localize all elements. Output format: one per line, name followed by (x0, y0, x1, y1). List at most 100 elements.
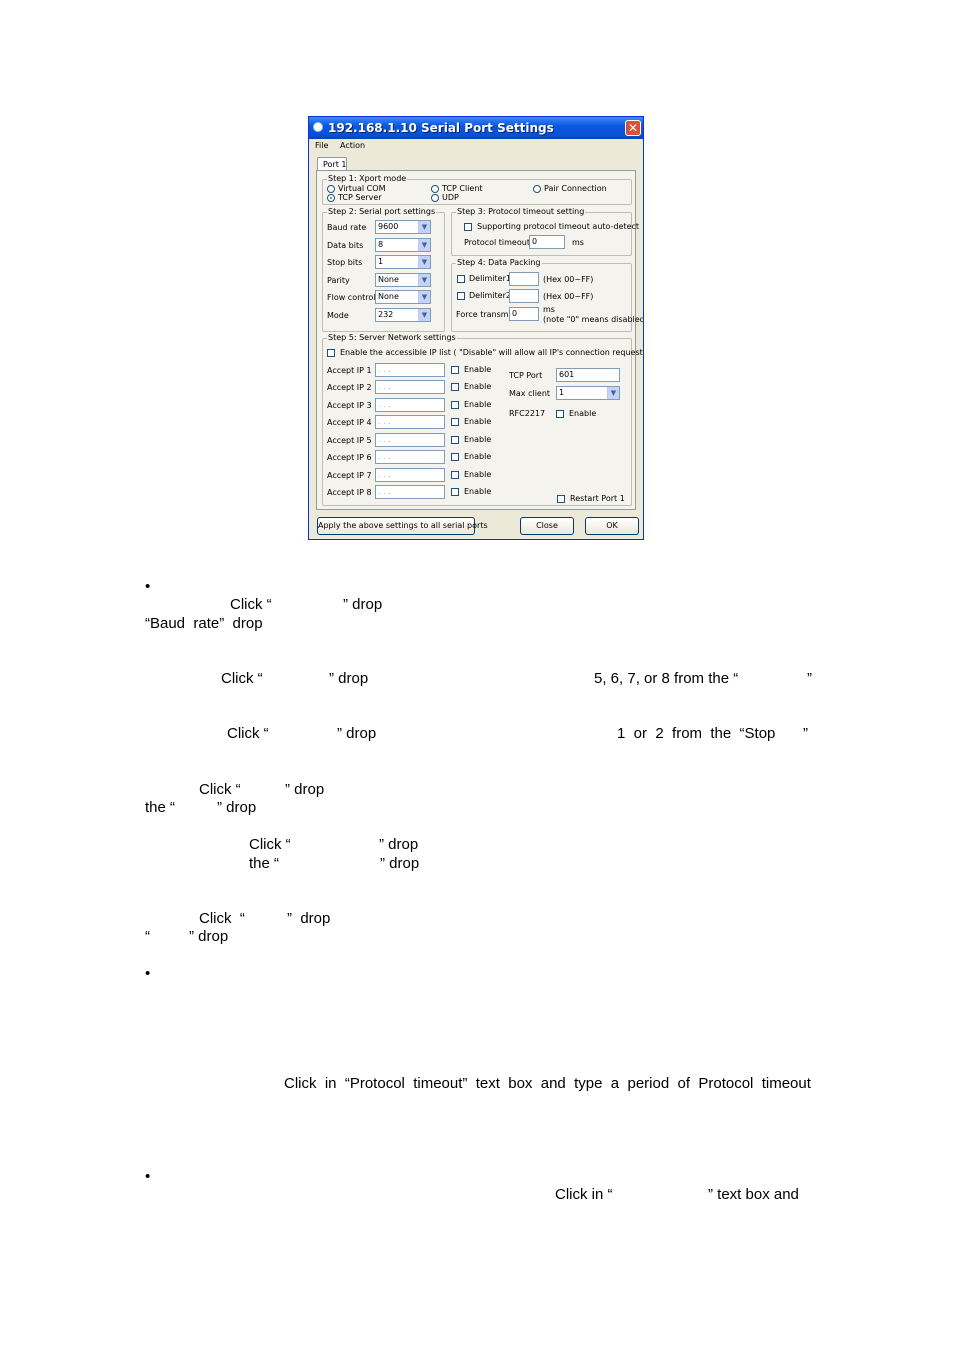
title-bar[interactable]: 192.168.1.10 Serial Port Settings ✕ (309, 117, 643, 139)
chevron-down-icon: ▼ (418, 309, 430, 321)
bullet-2: • (145, 965, 151, 982)
max-client-value: 1 (559, 388, 565, 397)
restart-port-checkbox[interactable] (557, 495, 565, 503)
accept-ip-8-enable-checkbox[interactable] (451, 488, 459, 496)
port-panel: Step 1: Xport mode Virtual COM TCP Serve… (316, 170, 643, 510)
tcp-port-input[interactable]: 601 (556, 368, 620, 382)
doc-text-5: ” drop (329, 670, 369, 687)
udp-label: UDP (442, 193, 459, 202)
delimiter1-input[interactable] (509, 272, 539, 286)
tab-port-1-label: Port 1 (323, 160, 347, 169)
doc-text-20: Click “ (199, 910, 245, 927)
chevron-down-icon: ▼ (418, 256, 430, 268)
accept-ip-1-enable-checkbox[interactable] (451, 366, 459, 374)
accept-ip-6-label: Accept IP 6 (327, 453, 372, 462)
delimiter1-label: Delimiter1 (469, 274, 511, 283)
parity-value: None (378, 275, 399, 284)
force-transmit-input[interactable]: 0 (509, 307, 539, 321)
doc-text-23: ” drop (189, 928, 229, 945)
apply-all-ports-button[interactable]: Apply the above settings to all serial p… (317, 517, 488, 535)
accept-ip-1-input[interactable]: . . . (375, 363, 445, 377)
accept-ip-6-input[interactable]: . . . (375, 450, 445, 464)
rfc2217-enable-label: Enable (569, 409, 597, 418)
baud-rate-select[interactable]: 9600 ▼ (375, 220, 431, 234)
mode-select[interactable]: 232 ▼ (375, 308, 431, 322)
auto-detect-checkbox[interactable] (464, 223, 472, 231)
delimiter2-checkbox[interactable] (457, 292, 465, 300)
baud-rate-value: 9600 (378, 222, 399, 231)
ip-list-checkbox[interactable] (327, 349, 335, 357)
chevron-down-icon: ▼ (418, 291, 430, 303)
chevron-down-icon: ▼ (607, 387, 619, 399)
data-bits-select[interactable]: 8 ▼ (375, 238, 431, 252)
accept-ip-7-enable-checkbox[interactable] (451, 471, 459, 479)
accept-ip-7-enable-label: Enable (464, 470, 492, 479)
menu-file[interactable]: File (315, 141, 328, 150)
close-button[interactable]: Close (520, 517, 574, 535)
radio-virtual-com[interactable] (327, 185, 335, 193)
flow-control-label: Flow control (327, 293, 376, 302)
flow-control-select[interactable]: None ▼ (375, 290, 431, 304)
rfc2217-enable-checkbox[interactable] (556, 410, 564, 418)
force-transmit-unit: ms (543, 305, 555, 314)
accept-ip-2-input[interactable]: . . . (375, 380, 445, 394)
delimiter1-hex-hint: (Hex 00~FF) (543, 275, 594, 284)
accept-ip-5-label: Accept IP 5 (327, 436, 372, 445)
stop-bits-select[interactable]: 1 ▼ (375, 255, 431, 269)
doc-text-4: Click “ (221, 670, 263, 687)
menu-action[interactable]: Action (340, 141, 365, 150)
radio-udp[interactable] (431, 194, 439, 202)
accept-ip-8-input[interactable]: . . . (375, 485, 445, 499)
accept-ip-7-input[interactable]: . . . (375, 468, 445, 482)
accept-ip-4-enable-checkbox[interactable] (451, 418, 459, 426)
data-bits-label: Data bits (327, 241, 364, 250)
step4-label: Step 4: Data Packing (456, 258, 542, 268)
rfc2217-label: RFC2217 (509, 409, 546, 418)
accept-ip-4-input[interactable]: . . . (375, 415, 445, 429)
step5-label: Step 5: Server Network settings (327, 333, 457, 343)
chevron-down-icon: ▼ (418, 239, 430, 251)
radio-tcp-server[interactable] (327, 194, 335, 202)
accept-ip-6-enable-checkbox[interactable] (451, 453, 459, 461)
accept-ip-2-label: Accept IP 2 (327, 383, 372, 392)
delimiter1-checkbox[interactable] (457, 275, 465, 283)
force-transmit-note: (note "0" means disabled) (543, 315, 644, 324)
ok-button[interactable]: OK (585, 517, 639, 535)
radio-tcp-client[interactable] (431, 185, 439, 193)
doc-text-14: the “ (145, 799, 176, 816)
doc-text-18: the “ (249, 855, 280, 872)
step4-group: Step 4: Data Packing Delimiter1 (Hex 00~… (451, 258, 643, 332)
tab-port-1[interactable]: Port 1 (317, 157, 347, 171)
max-client-select[interactable]: 1 ▼ (556, 386, 620, 400)
accept-ip-4-enable-label: Enable (464, 417, 492, 426)
doc-text-12: Click “ (199, 781, 241, 798)
doc-text-7: ” (807, 670, 812, 687)
accept-ip-5-enable-checkbox[interactable] (451, 436, 459, 444)
doc-text-13: ” drop (285, 781, 325, 798)
doc-text-3: “Baud rate” drop (145, 615, 263, 632)
accept-ip-2-enable-checkbox[interactable] (451, 383, 459, 391)
doc-text-19: ” drop (380, 855, 420, 872)
auto-detect-label: Supporting protocol timeout auto-detect (477, 222, 640, 231)
close-icon[interactable]: ✕ (625, 120, 641, 136)
doc-text-17: ” drop (379, 836, 419, 853)
accept-ip-8-label: Accept IP 8 (327, 488, 372, 497)
ip-list-label: Enable the accessible IP list ( "Disable… (340, 348, 644, 357)
radio-pair-connection[interactable] (533, 185, 541, 193)
accept-ip-3-input[interactable]: . . . (375, 398, 445, 412)
doc-text-21: ” drop (287, 910, 331, 927)
window-title: 192.168.1.10 Serial Port Settings (328, 121, 554, 135)
baud-rate-label: Baud rate (327, 223, 367, 232)
stop-bits-value: 1 (378, 257, 384, 266)
parity-select[interactable]: None ▼ (375, 273, 431, 287)
accept-ip-5-input[interactable]: . . . (375, 433, 445, 447)
delimiter2-hex-hint: (Hex 00~FF) (543, 292, 594, 301)
accept-ip-3-enable-checkbox[interactable] (451, 401, 459, 409)
accept-ip-5-enable-label: Enable (464, 435, 492, 444)
protocol-timeout-input[interactable]: 0 (529, 235, 565, 249)
delimiter2-input[interactable] (509, 289, 539, 303)
doc-text-11: ” (803, 725, 808, 742)
accept-ip-3-label: Accept IP 3 (327, 401, 372, 410)
mode-value: 232 (378, 310, 394, 319)
flow-control-value: None (378, 292, 399, 301)
